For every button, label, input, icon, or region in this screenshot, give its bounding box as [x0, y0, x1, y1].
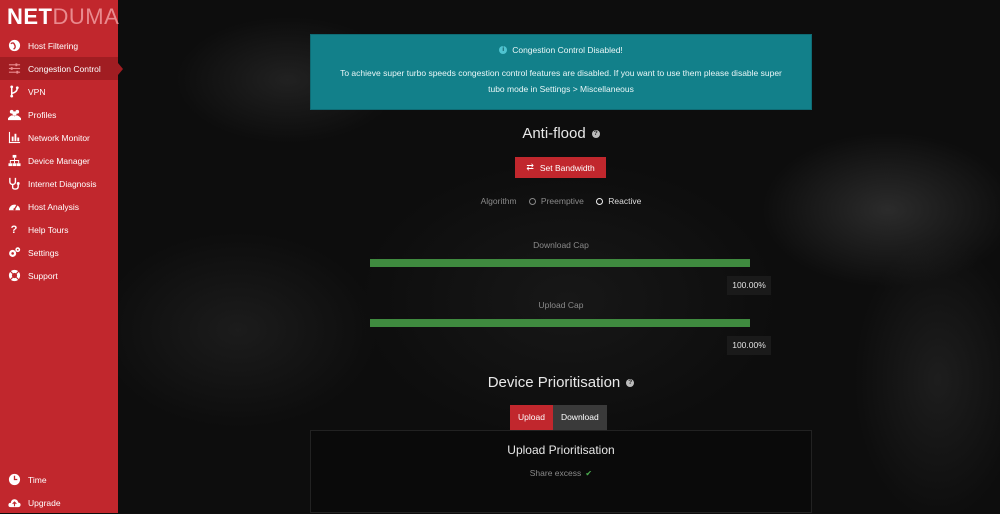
radio-icon	[528, 198, 536, 206]
upload-cap-fill	[370, 319, 750, 327]
globe-icon	[7, 39, 21, 53]
sidebar-item-device-manager[interactable]: Device Manager	[0, 149, 118, 172]
share-excess-checkbox[interactable]: ✔	[585, 470, 592, 478]
sidebar-item-label: Settings	[28, 247, 59, 258]
upload-cap-value: 100.00%	[727, 336, 771, 355]
sidebar-item-label: Support	[28, 270, 58, 281]
download-cap-fill	[370, 259, 750, 267]
upload-prioritisation-panel: Upload Prioritisation Share excess ✔	[310, 430, 812, 513]
sidebar-item-label: Host Filtering	[28, 40, 79, 51]
option-label: Reactive	[608, 196, 642, 206]
cloud-upload-icon	[7, 496, 21, 510]
sidebar-item-upgrade[interactable]: Upgrade	[0, 491, 118, 514]
sidebar-item-label: VPN	[28, 86, 46, 97]
download-cap-value: 100.00%	[727, 276, 771, 295]
sidebar-item-support[interactable]: Support	[0, 264, 118, 287]
sidebar-item-label: Upgrade	[28, 497, 61, 508]
sidebar-item-congestion-control[interactable]: Congestion Control	[0, 57, 123, 80]
sidebar-item-internet-diagnosis[interactable]: Internet Diagnosis	[0, 172, 118, 195]
sidebar: NETDUMA Host Filtering Congestion Contro…	[0, 0, 123, 514]
share-excess-row: Share excess ✔	[311, 468, 811, 478]
device-prioritisation-title: Device Prioritisation	[487, 374, 621, 391]
algorithm-row: Algorithm Preemptive Reactive	[310, 196, 812, 206]
algorithm-option-reactive[interactable]: Reactive	[596, 196, 641, 206]
fork-icon	[7, 85, 21, 99]
sidebar-item-profiles[interactable]: Profiles	[0, 103, 118, 126]
sidebar-item-host-analysis[interactable]: Host Analysis	[0, 195, 118, 218]
sidebar-item-label: Congestion Control	[28, 63, 101, 74]
tab-download[interactable]: Download	[552, 405, 607, 430]
prioritisation-tabs: Upload Download	[510, 405, 607, 430]
sidebar-item-label: Internet Diagnosis	[28, 178, 97, 189]
sliders-icon	[7, 62, 21, 76]
share-excess-label: Share excess	[529, 468, 582, 478]
info-icon: i	[499, 46, 508, 54]
alert-body: To achieve super turbo speeds congestion…	[340, 68, 782, 94]
brand-logo: NETDUMA	[0, 0, 120, 34]
sidebar-item-network-monitor[interactable]: Network Monitor	[0, 126, 118, 149]
brand-logo-part2: DUMA	[52, 4, 120, 29]
tab-upload[interactable]: Upload	[510, 405, 553, 430]
users-icon	[7, 108, 21, 122]
tachometer-icon	[7, 200, 21, 214]
upload-cap-slider[interactable]	[370, 319, 750, 327]
sidebar-item-label: Time	[28, 474, 47, 485]
sidebar-item-vpn[interactable]: VPN	[0, 80, 118, 103]
radio-selected-icon	[596, 198, 604, 206]
help-icon[interactable]: ?	[626, 379, 635, 388]
download-cap-label: Download Cap	[533, 240, 589, 250]
option-label: Preemptive	[540, 196, 584, 206]
exchange-icon: ⇄	[526, 162, 534, 172]
antiflood-title: Anti-flood	[522, 125, 586, 142]
algorithm-label: Algorithm	[480, 196, 517, 206]
algorithm-option-preemptive[interactable]: Preemptive	[528, 196, 584, 206]
help-icon[interactable]: ?	[591, 130, 600, 139]
sitemap-icon	[7, 154, 21, 168]
sidebar-item-label: Host Analysis	[28, 201, 80, 212]
set-bandwidth-button[interactable]: ⇄ Set Bandwidth	[515, 157, 606, 178]
sidebar-item-label: Profiles	[28, 109, 57, 120]
antiflood-heading: Anti-flood?	[310, 125, 812, 142]
question-icon: ?	[10, 223, 18, 236]
sidebar-item-help-tours[interactable]: ? Help Tours	[0, 218, 118, 241]
gears-icon	[7, 246, 21, 260]
brand-logo-part1: NET	[7, 4, 53, 29]
sidebar-item-settings[interactable]: Settings	[0, 241, 118, 264]
sidebar-item-label: Help Tours	[28, 224, 69, 235]
upload-cap-label: Upload Cap	[538, 300, 584, 310]
main-content: i Congestion Control Disabled! To achiev…	[310, 0, 812, 513]
panel-title: Upload Prioritisation	[507, 443, 615, 457]
stethoscope-icon	[7, 177, 21, 191]
congestion-alert: i Congestion Control Disabled! To achiev…	[310, 34, 812, 110]
lifebuoy-icon	[7, 269, 21, 283]
sidebar-item-label: Device Manager	[28, 155, 90, 166]
alert-title-row: i Congestion Control Disabled!	[311, 45, 811, 55]
sidebar-item-label: Network Monitor	[28, 132, 90, 143]
bar-chart-icon	[7, 131, 21, 145]
sidebar-item-time[interactable]: Time	[0, 468, 118, 491]
download-cap-slider[interactable]	[370, 259, 750, 267]
set-bandwidth-label: Set Bandwidth	[539, 162, 595, 173]
sidebar-item-host-filtering[interactable]: Host Filtering	[0, 34, 118, 57]
clock-icon	[7, 473, 21, 487]
device-prioritisation-heading: Device Prioritisation?	[310, 374, 812, 391]
alert-title: Congestion Control Disabled!	[512, 45, 623, 55]
